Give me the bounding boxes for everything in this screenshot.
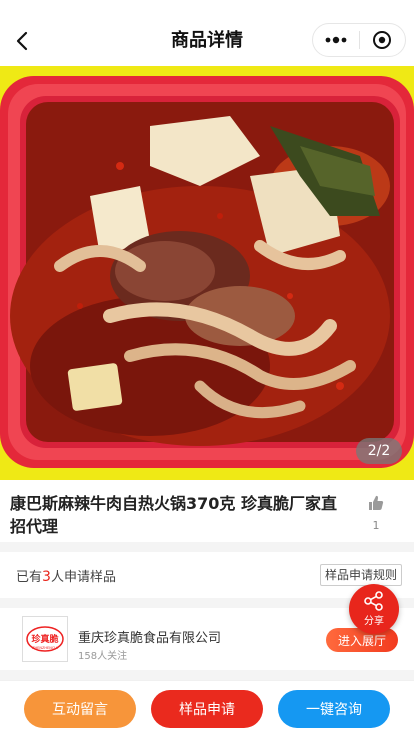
consult-button[interactable]: 一键咨询 bbox=[278, 690, 390, 728]
section-divider bbox=[0, 542, 414, 552]
company-logo-image: 珍真脆 ZHENZHENCUI bbox=[26, 626, 64, 652]
share-button[interactable]: 分享 bbox=[349, 584, 399, 634]
sample-request-row: 已有3人申请样品 样品申请规则 bbox=[0, 552, 414, 598]
sample-count: 3 bbox=[42, 569, 51, 585]
product-image-carousel[interactable]: 2/2 bbox=[0, 66, 414, 480]
svg-text:ZHENZHENCUI: ZHENZHENCUI bbox=[32, 646, 58, 650]
hotpot-product-image bbox=[0, 66, 414, 480]
svg-text:珍真脆: 珍真脆 bbox=[31, 633, 58, 645]
product-detail-page: 商品详情 2/2 康巴斯麻辣牛肉自热火锅370克 珍真脆厂家直招代理 1 已有3… bbox=[0, 0, 414, 736]
bottom-action-bar: 互动留言 样品申请 一键咨询 bbox=[0, 680, 414, 736]
miniprogram-capsule bbox=[312, 23, 406, 57]
share-label: 分享 bbox=[364, 616, 384, 627]
navigation-bar: 商品详情 bbox=[0, 0, 414, 66]
like-button[interactable]: 1 bbox=[364, 494, 388, 532]
share-icon bbox=[364, 591, 383, 611]
sample-count-text: 已有3人申请样品 bbox=[16, 566, 116, 585]
more-dots-icon bbox=[325, 36, 347, 44]
sample-rules-button[interactable]: 样品申请规则 bbox=[319, 564, 402, 586]
company-logo: 珍真脆 ZHENZHENCUI bbox=[22, 616, 68, 662]
sample-apply-button[interactable]: 样品申请 bbox=[151, 690, 263, 728]
enter-showroom-button[interactable]: 进入展厅 bbox=[326, 628, 398, 652]
section-divider bbox=[0, 670, 414, 680]
target-circle-icon bbox=[373, 31, 392, 49]
more-menu-button[interactable] bbox=[313, 24, 359, 56]
message-button[interactable]: 互动留言 bbox=[24, 690, 136, 728]
close-miniprogram-button[interactable] bbox=[359, 24, 405, 56]
like-count: 1 bbox=[372, 519, 380, 532]
sample-prefix: 已有 bbox=[16, 570, 43, 585]
company-followers: 158人关注 bbox=[78, 651, 128, 662]
product-title-section: 康巴斯麻辣牛肉自热火锅370克 珍真脆厂家直招代理 1 bbox=[0, 480, 414, 542]
sample-suffix: 人申请样品 bbox=[50, 570, 116, 585]
company-name: 重庆珍真脆食品有限公司 bbox=[78, 631, 222, 646]
product-title: 康巴斯麻辣牛肉自热火锅370克 珍真脆厂家直招代理 bbox=[10, 494, 337, 536]
image-page-indicator: 2/2 bbox=[356, 438, 402, 464]
thumbs-up-icon bbox=[369, 495, 384, 510]
